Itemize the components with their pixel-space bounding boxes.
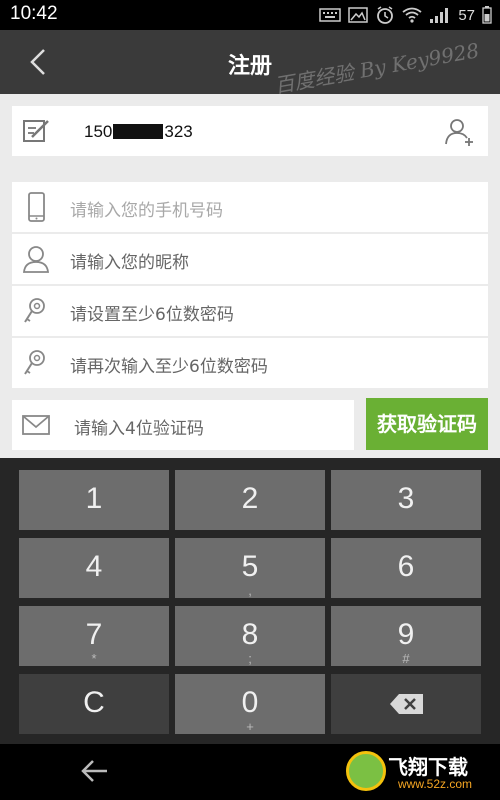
add-contact-icon[interactable] (444, 116, 476, 148)
key-label: 7 (85, 618, 103, 651)
key-7[interactable]: 7 * (19, 606, 169, 666)
key-sublabel: ; (248, 651, 252, 666)
keyboard-icon (319, 8, 342, 22)
key-sublabel: * (91, 651, 97, 666)
nickname-field[interactable]: 请输入您的昵称 (12, 234, 488, 284)
key-icon (24, 298, 45, 323)
navigation-bar: 飞翔下载 www.52z.com (0, 744, 500, 800)
key-icon (24, 350, 45, 375)
phone-suffix: 323 (164, 122, 193, 141)
status-time: 10:42 (10, 3, 58, 24)
mobile-phone-icon (28, 192, 45, 222)
battery-icon (482, 6, 492, 24)
key-label: 4 (85, 550, 103, 583)
watermark: 百度经验 By Key9928 (272, 38, 481, 98)
key-clear[interactable]: C (19, 674, 169, 734)
key-label: 9 (397, 618, 415, 651)
key-sublabel: # (402, 651, 410, 666)
phone-prefix: 150 (84, 122, 113, 141)
get-code-button[interactable]: 获取验证码 (366, 398, 488, 450)
logo-name: 飞翔下载 (388, 755, 468, 779)
status-bar: 10:42 57 (0, 0, 500, 30)
key-label: 1 (85, 482, 103, 515)
key-8[interactable]: 8; (175, 606, 325, 666)
referrer-phone-row[interactable]: 150 323 (12, 106, 488, 156)
key-label: 5 (241, 550, 259, 583)
confirm-password-field[interactable]: 请再次输入至少6位数密码 (12, 338, 488, 388)
phone-placeholder: 请输入您的手机号码 (70, 201, 223, 221)
key-label: 8 (241, 618, 259, 651)
verification-code-field[interactable]: 请输入4位验证码 (12, 400, 354, 450)
key-label: 6 (397, 550, 415, 583)
key-0[interactable]: 0 + (175, 674, 325, 734)
site-logo: 飞翔下载 www.52z.com (340, 747, 490, 797)
key-3[interactable]: 3 (331, 470, 481, 530)
key-label: C (83, 686, 105, 719)
redaction-mark (113, 124, 164, 139)
key-label: 0 (241, 686, 259, 719)
key-label: 2 (241, 482, 259, 515)
key-2[interactable]: 2 (175, 470, 325, 530)
user-icon (23, 246, 49, 273)
alarm-icon (377, 6, 394, 24)
password-placeholder: 请设置至少6位数密码 (70, 305, 234, 325)
mail-icon (22, 415, 50, 435)
key-backspace[interactable] (331, 674, 481, 734)
nickname-placeholder: 请输入您的昵称 (70, 253, 189, 273)
logo-url: www.52z.com (398, 777, 473, 791)
referrer-phone-value[interactable]: 150 323 (84, 122, 193, 142)
nav-back-icon[interactable] (80, 756, 110, 786)
key-label: 3 (397, 482, 415, 515)
key-sublabel: , (248, 583, 252, 598)
key-1[interactable]: 1 (19, 470, 169, 530)
numeric-keypad: 1 2 3 4 5, 6 7 * 8; 9 # C 0 + (0, 458, 500, 744)
edit-icon (23, 120, 49, 142)
backspace-icon (390, 694, 423, 714)
key-sublabel: + (246, 719, 254, 734)
key-6[interactable]: 6 (331, 538, 481, 598)
key-9[interactable]: 9 # (331, 606, 481, 666)
confirm-password-placeholder: 请再次输入至少6位数密码 (70, 357, 268, 377)
battery-level: 57 (458, 6, 475, 24)
status-icons: 57 (319, 4, 492, 26)
key-4[interactable]: 4 (19, 538, 169, 598)
image-icon (348, 7, 369, 23)
wifi-icon (402, 7, 422, 23)
signal-icon (430, 8, 449, 23)
key-5[interactable]: 5, (175, 538, 325, 598)
title-bar: 注册 百度经验 By Key9928 (0, 30, 500, 98)
leaf-logo-icon (346, 751, 386, 791)
phone-field[interactable]: 请输入您的手机号码 (12, 182, 488, 232)
verification-placeholder: 请输入4位验证码 (74, 419, 204, 439)
password-field[interactable]: 请设置至少6位数密码 (12, 286, 488, 336)
